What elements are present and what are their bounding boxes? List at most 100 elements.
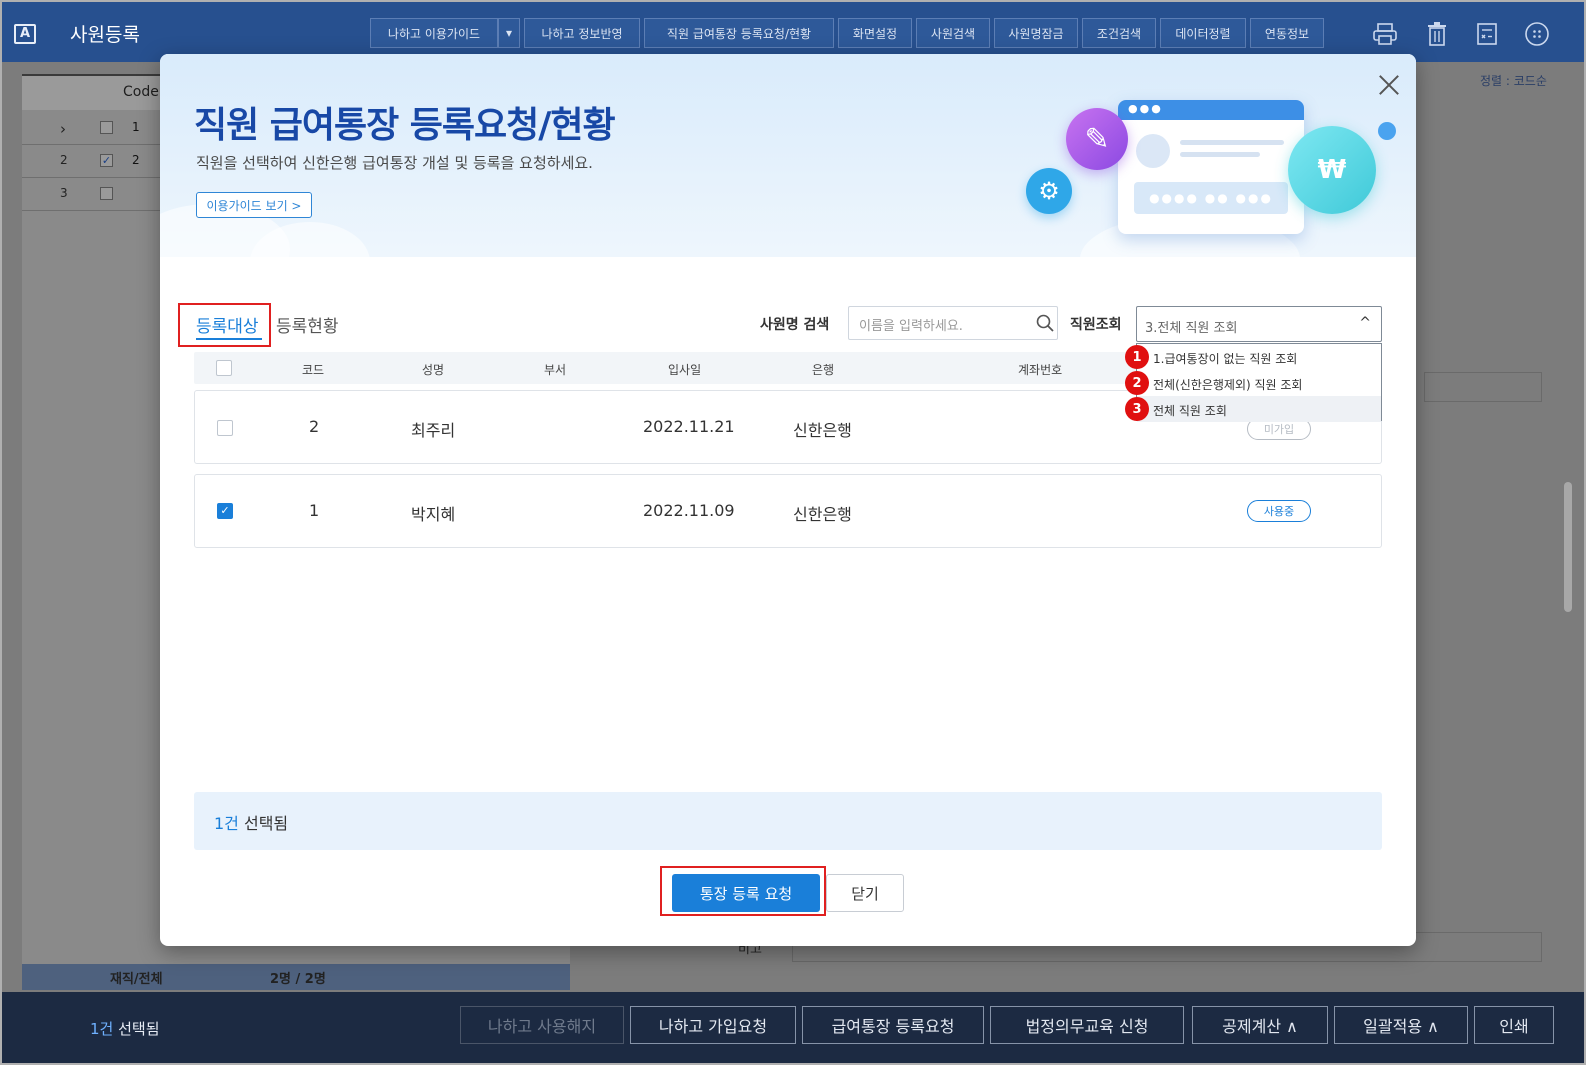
tab-register-status[interactable]: 등록현황 xyxy=(276,312,339,337)
print-icon[interactable] xyxy=(1368,17,1402,51)
row-code: 1 xyxy=(309,501,320,520)
name-search-input[interactable]: 이름을 입력하세요. xyxy=(848,306,1058,340)
row-checkbox[interactable]: ✓ xyxy=(100,154,113,167)
info-sync-button[interactable]: 나하고 정보반영 xyxy=(524,18,640,48)
condition-search-button[interactable]: 조건검색 xyxy=(1082,18,1156,48)
row-checkbox[interactable] xyxy=(217,420,233,436)
employee-filter-dropdown: 1 1.급여통장이 없는 직원 조회 2 전체(신한은행제외) 직원 조회 3 … xyxy=(1125,343,1382,422)
name-lock-button[interactable]: 사원명잠금 xyxy=(994,18,1078,48)
select-all-checkbox[interactable] xyxy=(216,360,232,376)
row-number: 2 xyxy=(60,153,68,167)
selection-count-suffix: 선택됨 xyxy=(238,814,289,833)
row-hire-date: 2022.11.09 xyxy=(643,501,735,520)
salary-account-button[interactable]: 직원 급여통장 등록요청/현황 xyxy=(644,18,834,48)
row-code: 2 xyxy=(132,153,140,167)
employee-filter-label: 직원조회 xyxy=(1070,317,1122,333)
number-badge: 2 xyxy=(1125,371,1149,395)
link-info-button[interactable]: 연동정보 xyxy=(1250,18,1324,48)
top-bar: A 사원등록 나하고 이용가이드 ▾ 나하고 정보반영 직원 급여통장 등록요청… xyxy=(2,2,1584,62)
deduction-calc-button[interactable]: 공제계산 ∧ xyxy=(1192,1006,1328,1044)
guide-button[interactable]: 나하고 이용가이드 xyxy=(370,18,498,48)
status-badge: 사용중 xyxy=(1247,500,1311,522)
close-icon[interactable] xyxy=(1376,72,1402,98)
row-code: 1 xyxy=(132,120,140,134)
total-value: 2명 / 2명 xyxy=(270,972,326,987)
app-title: 사원등록 xyxy=(70,24,140,46)
decor-line xyxy=(1180,140,1284,145)
unsubscribe-button[interactable]: 나하고 사용해지 xyxy=(460,1006,624,1044)
bottom-selection-count: 1건 xyxy=(90,1020,114,1038)
name-search-label: 사원명 검색 xyxy=(760,317,830,333)
batch-apply-button[interactable]: 일괄적용 ∧ xyxy=(1334,1006,1468,1044)
dropdown-option[interactable]: 2 전체(신한은행제외) 직원 조회 xyxy=(1125,370,1381,396)
user-avatar-icon xyxy=(1136,134,1170,168)
won-laptop-icon: ₩ xyxy=(1288,126,1376,214)
decor-line xyxy=(1180,152,1260,157)
sort-label[interactable]: 정렬 : 코드순 xyxy=(1480,72,1547,89)
grid-row[interactable]: 3 xyxy=(22,178,162,211)
modal-subtitle: 직원을 선택하여 신한은행 급여통장 개설 및 등록을 요청하세요. xyxy=(196,154,593,172)
salary-account-modal: 직원 급여통장 등록요청/현황 직원을 선택하여 신한은행 급여통장 개설 및 … xyxy=(160,54,1416,946)
row-indicator: › xyxy=(60,120,66,138)
modal-title: 직원 급여통장 등록요청/현황 xyxy=(194,105,616,146)
row-checkbox[interactable]: ✓ xyxy=(217,503,233,519)
row-number: 3 xyxy=(60,186,68,200)
decor-dot xyxy=(1378,122,1396,140)
employee-filter-select[interactable]: 3.전체 직원 조회 ^ xyxy=(1136,306,1382,342)
selection-bar xyxy=(194,792,1382,850)
app-icon: A xyxy=(14,24,36,44)
scrollbar[interactable] xyxy=(1564,482,1572,612)
app-window: A 사원등록 나하고 이용가이드 ▾ 나하고 정보반영 직원 급여통장 등록요청… xyxy=(0,0,1586,1065)
col-dept: 부서 xyxy=(544,363,567,377)
col-name: 성명 xyxy=(422,363,445,377)
join-request-button[interactable]: 나하고 가입요청 xyxy=(630,1006,796,1044)
row-code: 2 xyxy=(309,417,320,436)
employee-search-button[interactable]: 사원검색 xyxy=(916,18,990,48)
row-checkbox[interactable] xyxy=(100,187,113,200)
data-sort-button[interactable]: 데이터정렬 xyxy=(1160,18,1246,48)
window-dots: ●●● xyxy=(1118,100,1304,120)
row-name: 박지혜 xyxy=(411,505,456,524)
dropdown-option-label: 전체(신한은행제외) 직원 조회 xyxy=(1153,378,1303,392)
password-field-illustration: ●●●● ●● ●●● xyxy=(1134,182,1288,214)
grid-header-code: Code xyxy=(123,84,159,100)
account-request-button[interactable]: 통장 등록 요청 xyxy=(672,874,820,912)
number-badge: 3 xyxy=(1125,397,1149,421)
mandatory-training-button[interactable]: 법정의무교육 신청 xyxy=(990,1006,1184,1044)
more-icon[interactable] xyxy=(1520,17,1554,51)
col-bank: 은행 xyxy=(812,363,835,377)
modal-header: 직원 급여통장 등록요청/현황 직원을 선택하여 신한은행 급여통장 개설 및 … xyxy=(160,54,1416,257)
employee-filter-value: 3.전체 직원 조회 xyxy=(1145,321,1238,336)
row-hire-date: 2022.11.21 xyxy=(643,417,735,436)
search-icon[interactable] xyxy=(1036,314,1054,332)
dropdown-option[interactable]: 3 전체 직원 조회 xyxy=(1125,396,1381,422)
grid-row[interactable]: 2 ✓ 2 xyxy=(22,145,162,178)
row-bank: 신한은행 xyxy=(793,505,852,524)
print-button[interactable]: 인쇄 xyxy=(1474,1006,1554,1044)
selection-count-number: 1건 xyxy=(214,814,239,833)
selection-count: 1건 선택됨 xyxy=(214,810,288,834)
calculator-icon[interactable] xyxy=(1470,17,1504,51)
screen-settings-button[interactable]: 화면설정 xyxy=(838,18,912,48)
guide-dropdown-button[interactable]: ▾ xyxy=(498,18,520,48)
close-button[interactable]: 닫기 xyxy=(826,874,904,912)
chevron-up-icon: ^ xyxy=(1359,315,1371,331)
highlight-box-tab xyxy=(178,303,271,347)
salary-account-request-button[interactable]: 급여통장 등록요청 xyxy=(802,1006,984,1044)
gear-icon: ⚙ xyxy=(1026,168,1072,214)
trash-icon[interactable] xyxy=(1420,17,1454,51)
row-bank: 신한은행 xyxy=(793,421,852,440)
total-label: 재직/전체 xyxy=(110,972,163,987)
dropdown-option-label: 1.급여통장이 없는 직원 조회 xyxy=(1153,352,1298,366)
col-hire-date: 입사일 xyxy=(668,363,702,377)
table-row[interactable]: ✓ 1 박지혜 2022.11.09 신한은행 사용중 xyxy=(194,474,1382,548)
dropdown-option[interactable]: 1 1.급여통장이 없는 직원 조회 xyxy=(1125,344,1381,370)
bottom-selection-suffix: 선택됨 xyxy=(113,1020,160,1038)
pencil-icon: ✎ xyxy=(1066,108,1128,170)
grid-row[interactable]: › 1 xyxy=(22,112,162,145)
col-code: 코드 xyxy=(302,363,325,377)
number-badge: 1 xyxy=(1125,345,1149,369)
row-checkbox[interactable] xyxy=(100,121,113,134)
bottom-selection-info: 1건 선택됨 xyxy=(90,1018,160,1039)
guide-view-button[interactable]: 이용가이드 보기 > xyxy=(196,192,312,218)
